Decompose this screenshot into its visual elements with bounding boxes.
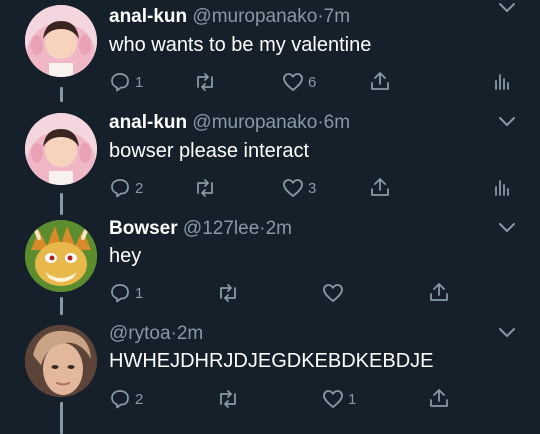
share-icon [371,178,389,196]
chevron-down-icon[interactable] [498,327,516,339]
handle[interactable]: @muropanako [192,112,317,133]
chevron-down-icon[interactable] [498,2,516,14]
reply-button[interactable]: 1 [109,282,143,304]
tweet-header: anal-kun @muropanako·6m [109,112,350,134]
bunny-hood-avatar-icon [25,5,97,77]
like-count: 6 [308,73,317,91]
heart-icon [283,73,303,91]
handle[interactable]: @127lee [183,218,259,239]
retweet-button[interactable] [193,71,221,93]
reply-icon [111,73,129,92]
reply-button[interactable]: 1 [109,71,143,93]
bunny-hood-avatar-icon [25,113,97,185]
like-button[interactable]: 6 [282,71,316,93]
display-name[interactable]: anal-kun [109,6,187,27]
timestamp[interactable]: 6m [324,112,350,133]
handle[interactable]: @muropanako [192,6,317,27]
thread-line [60,402,63,434]
display-name[interactable]: Bowser [109,218,178,239]
reply-count: 2 [135,390,144,408]
retweet-button[interactable] [193,177,221,199]
heart-icon [323,284,343,302]
thread-line [60,193,63,215]
thread-line [60,87,63,102]
analytics-icon [495,74,509,90]
like-count: 1 [348,390,357,408]
reply-count: 1 [135,284,144,302]
chevron-down-icon[interactable] [498,222,516,234]
heart-icon [283,179,303,197]
share-button[interactable] [428,387,450,409]
share-icon [371,72,389,90]
timestamp[interactable]: 7m [324,6,350,27]
reply-button[interactable]: 2 [109,177,143,199]
reply-icon [111,284,129,303]
tweet-text: bowser please interact [109,140,310,162]
retweet-button[interactable] [216,282,244,304]
chevron-down-icon[interactable] [498,116,516,128]
like-button[interactable]: 1 [322,388,356,410]
analytics-button[interactable] [494,71,510,91]
like-count: 3 [308,179,317,197]
analytics-button[interactable] [494,177,510,197]
timestamp[interactable]: 2m [266,218,292,239]
share-button[interactable] [428,281,450,303]
display-name[interactable]: anal-kun [109,112,187,133]
share-button[interactable] [369,176,391,198]
share-button[interactable] [369,70,391,92]
reply-count: 2 [135,179,144,197]
retweet-button[interactable] [216,388,244,410]
reply-icon [111,179,129,198]
thread-line [60,297,63,315]
retweet-icon [197,73,213,91]
person-avatar-icon [25,325,97,397]
share-icon [430,389,448,407]
analytics-icon [495,180,509,196]
avatar[interactable] [25,113,97,185]
retweet-icon [220,390,236,408]
heart-icon [323,390,343,408]
avatar[interactable] [25,5,97,77]
tweet-header: anal-kun @muropanako·7m [109,6,350,28]
retweet-icon [220,284,236,302]
timestamp[interactable]: 2m [177,323,203,344]
reply-count: 1 [135,73,144,91]
tweet-header: @rytoa·2m [109,323,203,345]
bowser-avatar-icon [25,220,97,292]
retweet-icon [197,179,213,197]
tweet-header: Bowser @127lee·2m [109,218,292,240]
reply-icon [111,390,129,409]
tweet-text: HWHEJDHRJDJEGDKEBDKEBDJE [109,350,434,372]
avatar[interactable] [25,325,97,397]
avatar[interactable] [25,220,97,292]
tweet-text: hey [109,245,142,267]
reply-button[interactable]: 2 [109,388,143,410]
handle[interactable]: @rytoa [109,323,171,344]
like-button[interactable]: 3 [282,177,316,199]
like-button[interactable] [322,282,348,304]
share-icon [430,283,448,301]
tweet-text: who wants to be my valentine [109,34,372,56]
